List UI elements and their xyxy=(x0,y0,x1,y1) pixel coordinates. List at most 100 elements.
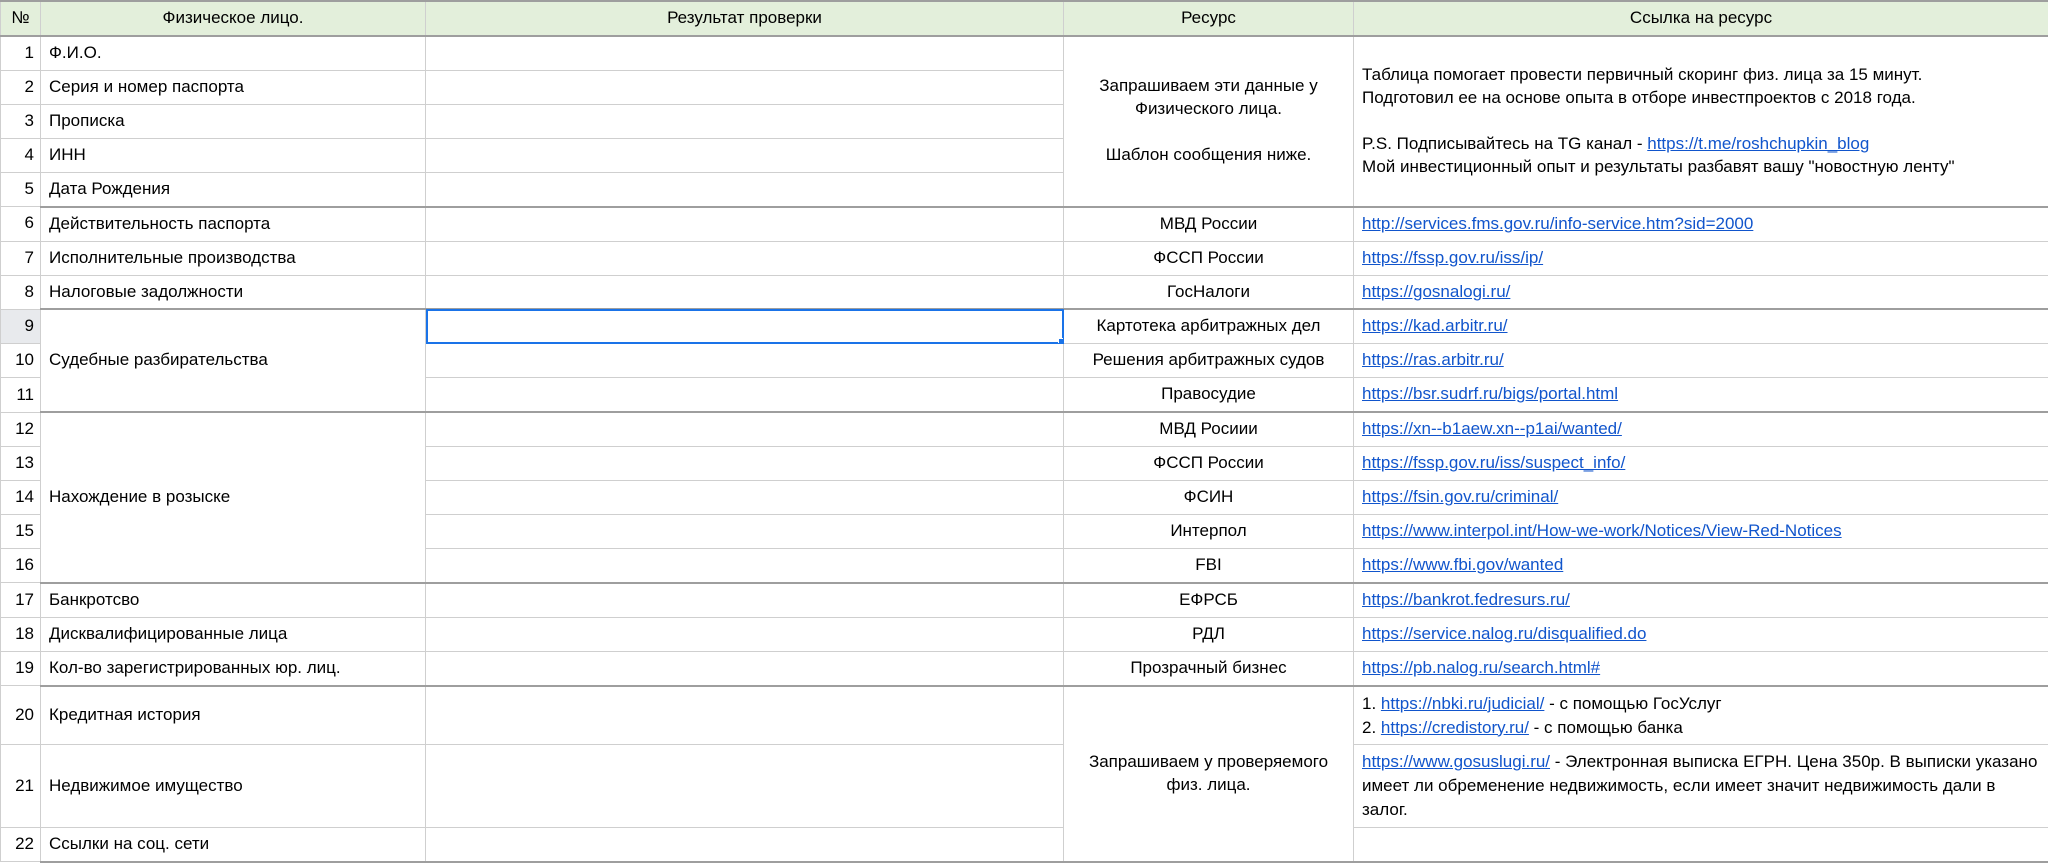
resource-link[interactable]: https://kad.arbitr.ru/ xyxy=(1362,316,1508,335)
resource-link[interactable]: https://ras.arbitr.ru/ xyxy=(1362,350,1504,369)
resource-link[interactable]: https://gosnalogi.ru/ xyxy=(1362,282,1510,301)
row-number[interactable]: 6 xyxy=(1,207,41,241)
cell-phys[interactable]: Прописка xyxy=(41,104,426,138)
resource-link[interactable]: http://services.fms.gov.ru/info-service.… xyxy=(1362,214,1753,233)
row-number[interactable]: 20 xyxy=(1,686,41,745)
cell-phys[interactable]: Дата Рождения xyxy=(41,172,426,206)
header-res[interactable]: Результат проверки xyxy=(426,1,1064,36)
cell-phys[interactable]: Банкротсво xyxy=(41,583,426,617)
resource-link[interactable]: https://www.fbi.gov/wanted xyxy=(1362,555,1563,574)
resource-link[interactable]: https://fsin.gov.ru/criminal/ xyxy=(1362,487,1558,506)
row-number[interactable]: 22 xyxy=(1,827,41,861)
cell-link-intro[interactable]: Таблица помогает провести первичный скор… xyxy=(1354,36,2048,207)
cell-src[interactable]: МВД Росиии xyxy=(1064,412,1354,446)
row-number[interactable]: 15 xyxy=(1,515,41,549)
header-src[interactable]: Ресурс xyxy=(1064,1,1354,36)
row-number[interactable]: 18 xyxy=(1,617,41,651)
cell-res[interactable] xyxy=(426,70,1064,104)
spreadsheet-table[interactable]: № Физическое лицо. Результат проверки Ре… xyxy=(0,0,2048,863)
cell-link[interactable]: https://kad.arbitr.ru/ xyxy=(1354,309,2048,343)
row-number[interactable]: 10 xyxy=(1,344,41,378)
resource-link[interactable]: https://www.interpol.int/How-we-work/Not… xyxy=(1362,521,1842,540)
cell-res[interactable] xyxy=(426,241,1064,275)
header-num[interactable]: № xyxy=(1,1,41,36)
cell-link[interactable]: http://services.fms.gov.ru/info-service.… xyxy=(1354,207,2048,241)
cell-res[interactable] xyxy=(426,515,1064,549)
cell-res[interactable] xyxy=(426,686,1064,745)
resource-link[interactable]: https://credistory.ru/ xyxy=(1381,718,1529,737)
cell-res[interactable] xyxy=(426,617,1064,651)
row-number[interactable]: 16 xyxy=(1,549,41,583)
cell-res[interactable] xyxy=(426,412,1064,446)
header-link[interactable]: Ссылка на ресурс xyxy=(1354,1,2048,36)
cell-res[interactable] xyxy=(426,378,1064,412)
cell-phys[interactable]: Недвижимое имущество xyxy=(41,745,426,827)
cell-link[interactable]: https://www.interpol.int/How-we-work/Not… xyxy=(1354,515,2048,549)
cell-phys[interactable]: ИНН xyxy=(41,138,426,172)
cell-res-active[interactable] xyxy=(426,309,1064,343)
cell-res[interactable] xyxy=(426,583,1064,617)
row-number[interactable]: 11 xyxy=(1,378,41,412)
resource-link[interactable]: https://service.nalog.ru/disqualified.do xyxy=(1362,624,1646,643)
cell-res[interactable] xyxy=(426,447,1064,481)
row-number[interactable]: 4 xyxy=(1,138,41,172)
row-number[interactable]: 1 xyxy=(1,36,41,70)
cell-link[interactable]: https://www.fbi.gov/wanted xyxy=(1354,549,2048,583)
cell-phys[interactable]: Исполнительные производства xyxy=(41,241,426,275)
resource-link[interactable]: https://fssp.gov.ru/iss/ip/ xyxy=(1362,248,1543,267)
cell-res[interactable] xyxy=(426,36,1064,70)
cell-link[interactable]: https://bankrot.fedresurs.ru/ xyxy=(1354,583,2048,617)
row-number[interactable]: 8 xyxy=(1,275,41,309)
resource-link[interactable]: https://bankrot.fedresurs.ru/ xyxy=(1362,590,1570,609)
row-number[interactable]: 14 xyxy=(1,481,41,515)
cell-src[interactable]: МВД России xyxy=(1064,207,1354,241)
cell-phys[interactable]: Серия и номер паспорта xyxy=(41,70,426,104)
header-phys[interactable]: Физическое лицо. xyxy=(41,1,426,36)
cell-phys[interactable]: Нахождение в розыске xyxy=(41,412,426,583)
cell-phys[interactable]: Дисквалифицированные лица xyxy=(41,617,426,651)
cell-link[interactable]: https://www.gosuslugi.ru/ - Электронная … xyxy=(1354,745,2048,827)
cell-res[interactable] xyxy=(426,481,1064,515)
cell-phys[interactable]: Налоговые задолжности xyxy=(41,275,426,309)
cell-res[interactable] xyxy=(426,549,1064,583)
cell-res[interactable] xyxy=(426,827,1064,861)
cell-link[interactable]: https://pb.nalog.ru/search.html# xyxy=(1354,651,2048,685)
tg-link[interactable]: https://t.me/roshchupkin_blog xyxy=(1647,134,1869,153)
row-number[interactable]: 13 xyxy=(1,447,41,481)
cell-src[interactable]: Картотека арбитражных дел xyxy=(1064,309,1354,343)
row-number[interactable]: 7 xyxy=(1,241,41,275)
row-number[interactable]: 2 xyxy=(1,70,41,104)
cell-src[interactable]: ЕФРСБ xyxy=(1064,583,1354,617)
row-number[interactable]: 5 xyxy=(1,172,41,206)
cell-src[interactable]: Правосудие xyxy=(1064,378,1354,412)
cell-phys[interactable]: Кол-во зарегистрированных юр. лиц. xyxy=(41,651,426,685)
resource-link[interactable]: https://pb.nalog.ru/search.html# xyxy=(1362,658,1600,677)
cell-res[interactable] xyxy=(426,344,1064,378)
cell-link[interactable]: https://service.nalog.ru/disqualified.do xyxy=(1354,617,2048,651)
cell-link[interactable]: https://gosnalogi.ru/ xyxy=(1354,275,2048,309)
resource-link[interactable]: https://nbki.ru/judicial/ xyxy=(1381,694,1544,713)
cell-link[interactable]: https://bsr.sudrf.ru/bigs/portal.html xyxy=(1354,378,2048,412)
cell-res[interactable] xyxy=(426,207,1064,241)
cell-link[interactable]: https://fsin.gov.ru/criminal/ xyxy=(1354,481,2048,515)
cell-phys[interactable]: Действительность паспорта xyxy=(41,207,426,241)
cell-phys[interactable]: Кредитная история xyxy=(41,686,426,745)
cell-res[interactable] xyxy=(426,138,1064,172)
cell-src[interactable]: РДЛ xyxy=(1064,617,1354,651)
cell-phys[interactable]: Судебные разбирательства xyxy=(41,309,426,412)
cell-link[interactable]: 1. https://nbki.ru/judicial/ - с помощью… xyxy=(1354,686,2048,745)
cell-res[interactable] xyxy=(426,275,1064,309)
cell-phys[interactable]: Ф.И.О. xyxy=(41,36,426,70)
resource-link[interactable]: https://fssp.gov.ru/iss/suspect_info/ xyxy=(1362,453,1625,472)
cell-src[interactable]: ФСИН xyxy=(1064,481,1354,515)
cell-res[interactable] xyxy=(426,172,1064,206)
cell-src[interactable]: ФССП России xyxy=(1064,447,1354,481)
row-number[interactable]: 9 xyxy=(1,309,41,343)
cell-src-intro[interactable]: Запрашиваем эти данные у Физического лиц… xyxy=(1064,36,1354,207)
resource-link[interactable]: https://www.gosuslugi.ru/ xyxy=(1362,752,1550,771)
cell-link[interactable]: https://fssp.gov.ru/iss/suspect_info/ xyxy=(1354,447,2048,481)
row-number[interactable]: 12 xyxy=(1,412,41,446)
resource-link[interactable]: https://bsr.sudrf.ru/bigs/portal.html xyxy=(1362,384,1618,403)
cell-res[interactable] xyxy=(426,651,1064,685)
row-number[interactable]: 3 xyxy=(1,104,41,138)
